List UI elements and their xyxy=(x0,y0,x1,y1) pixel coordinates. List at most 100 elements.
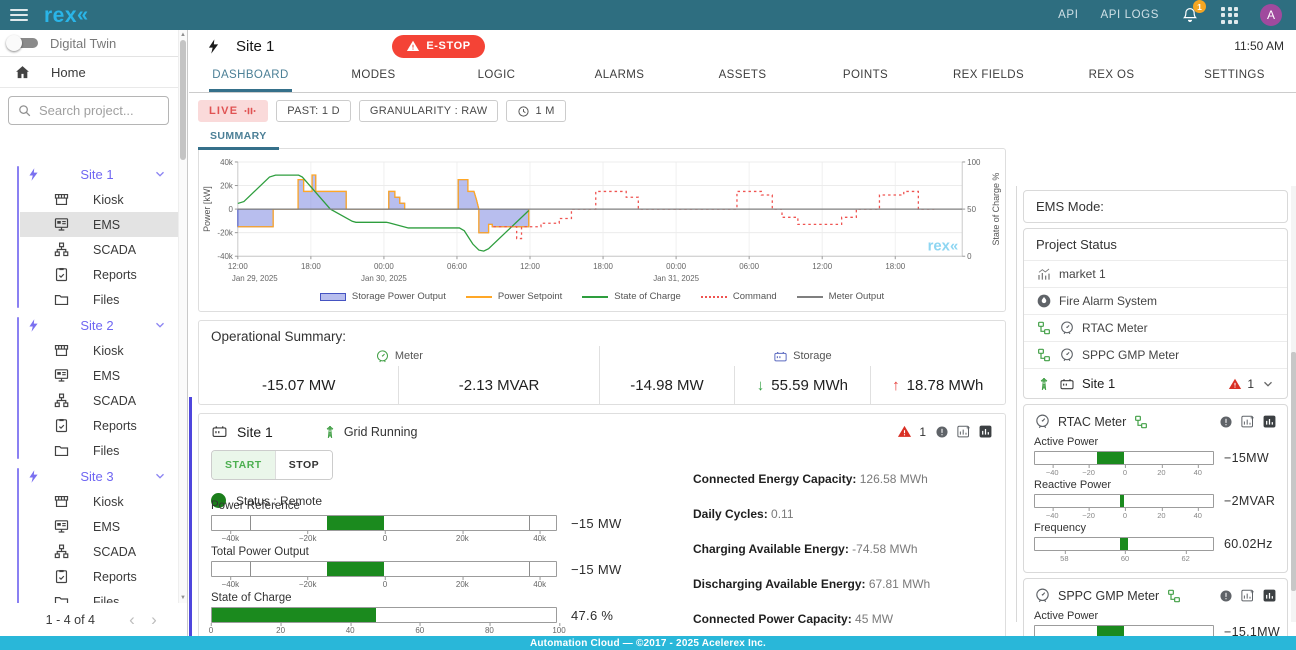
search-input[interactable] xyxy=(39,103,151,118)
tab-rex-fields[interactable]: REX FIELDS xyxy=(927,62,1050,92)
status-row-right: 1 xyxy=(1228,377,1275,391)
granularity-button[interactable]: GRANULARITY : RAW xyxy=(358,100,499,122)
sidebar-item-kiosk[interactable]: Kiosk xyxy=(20,338,179,363)
live-button[interactable]: LIVE xyxy=(198,100,269,122)
hamburger-menu-icon[interactable] xyxy=(10,9,28,21)
gauge-track[interactable] xyxy=(211,561,557,577)
tab-rex-os[interactable]: REX OS xyxy=(1050,62,1173,92)
chart-add-icon[interactable] xyxy=(956,424,971,439)
warning-triangle-icon xyxy=(406,39,420,53)
files-icon xyxy=(53,291,70,308)
sidebar-site-site-3[interactable]: Site 3 xyxy=(0,463,179,489)
sidebar-item-scada[interactable]: SCADA xyxy=(20,237,179,262)
ems-icon xyxy=(53,518,70,535)
page-next-icon[interactable]: › xyxy=(143,610,165,630)
sidebar-item-scada[interactable]: SCADA xyxy=(20,539,179,564)
rex-logo: rex « xyxy=(44,3,89,27)
refresh-interval-button[interactable]: 1 M xyxy=(506,100,566,122)
past-range-button[interactable]: PAST: 1 D xyxy=(276,100,351,122)
scroll-down-icon[interactable]: ▼ xyxy=(179,593,187,603)
chart-add-icon[interactable] xyxy=(1240,588,1255,603)
storage-icon xyxy=(773,349,788,364)
tab-dashboard[interactable]: DASHBOARD xyxy=(189,62,312,92)
start-button[interactable]: START xyxy=(212,451,276,479)
tab-points[interactable]: POINTS xyxy=(804,62,927,92)
sidebar-item-files[interactable]: Files xyxy=(20,438,179,463)
notifications-bell-icon[interactable]: 1 xyxy=(1181,0,1206,24)
e-stop-button[interactable]: E-STOP xyxy=(392,34,485,58)
gauge-ticks: −40 −20 0 20 40 xyxy=(1034,508,1216,520)
op-group-label-text: Storage xyxy=(793,350,832,362)
status-row-label: Fire Alarm System xyxy=(1059,294,1158,308)
bar-chart-icon[interactable] xyxy=(1262,414,1277,429)
scrollbar-thumb[interactable] xyxy=(180,40,186,160)
bar-chart-icon[interactable] xyxy=(1262,588,1277,603)
sidebar-item-home[interactable]: Home xyxy=(0,57,187,88)
api-logs-link[interactable]: API LOGS xyxy=(1101,9,1160,21)
op-value-cell: ↑ 18.78 MWh xyxy=(869,366,1005,404)
status-row-market-1[interactable]: market 1 xyxy=(1024,261,1287,288)
meter-card-header: RTAC Meter xyxy=(1024,405,1287,433)
gauge-limit-marker xyxy=(250,516,252,530)
y-tick-label: -20k xyxy=(217,229,232,238)
sidebar-item-label: Reports xyxy=(93,267,137,282)
gauge-value: −15 MW xyxy=(571,561,622,577)
sidebar-item-ems[interactable]: EMS xyxy=(20,363,179,388)
status-row-fire-alarm-system[interactable]: Fire Alarm System xyxy=(1024,288,1287,315)
sidebar-item-label: Files xyxy=(93,292,120,307)
right-panel: EMS Mode: Project Status market 1 Fire Al… xyxy=(1016,186,1296,636)
status-row-site-1[interactable]: Site 1 1 xyxy=(1024,369,1287,398)
battery-icon xyxy=(1059,376,1075,392)
scroll-up-icon[interactable]: ▲ xyxy=(179,30,187,40)
chart-add-icon[interactable] xyxy=(1240,414,1255,429)
status-row-sppc-gmp-meter[interactable]: SPPC GMP Meter xyxy=(1024,342,1287,369)
tab-logic[interactable]: LOGIC xyxy=(435,62,558,92)
chevron-down-icon[interactable] xyxy=(1261,377,1275,391)
gauge-track[interactable] xyxy=(211,515,557,531)
legend-swatch xyxy=(465,295,492,298)
tab-settings[interactable]: SETTINGS xyxy=(1173,62,1296,92)
summary-chart-svg: 40k 20k 0 -20k -40k 100 50 0 12:00 Jan 29, 2025 18… xyxy=(202,158,1001,283)
api-link[interactable]: API xyxy=(1058,9,1078,21)
gauge-tick-label: −40k xyxy=(221,577,240,589)
tab-summary[interactable]: SUMMARY xyxy=(198,130,279,150)
avatar[interactable]: A xyxy=(1260,4,1282,26)
tab-assets[interactable]: ASSETS xyxy=(681,62,804,92)
gauge-tick-label: 80 xyxy=(484,623,494,635)
sidebar-item-files[interactable]: Files xyxy=(20,589,179,603)
info-circle-icon[interactable] xyxy=(1219,589,1233,603)
status-row-rtac-meter[interactable]: RTAC Meter xyxy=(1024,315,1287,342)
tab-alarms[interactable]: ALARMS xyxy=(558,62,681,92)
sidebar-item-reports[interactable]: Reports xyxy=(20,564,179,589)
sidebar-item-ems[interactable]: EMS xyxy=(20,212,179,237)
legend-item: Meter Output xyxy=(796,291,884,302)
sidebar-site-site-1[interactable]: Site 1 xyxy=(0,161,179,187)
site-group: Site 3 Kiosk EMS SCADA Reports Files xyxy=(0,463,179,603)
right-panel-scrollbar[interactable] xyxy=(1291,186,1296,622)
legend-item: Command xyxy=(700,291,777,302)
gauge-row: 60.02Hz xyxy=(1034,537,1277,551)
info-circle-icon[interactable] xyxy=(1219,415,1233,429)
scrollbar-thumb[interactable] xyxy=(1291,351,1296,592)
page-previous-icon[interactable]: ‹ xyxy=(121,610,143,630)
sidebar-item-reports[interactable]: Reports xyxy=(20,262,179,287)
sidebar-item-files[interactable]: Files xyxy=(20,287,179,312)
gauge-track[interactable] xyxy=(211,607,557,623)
stop-button[interactable]: STOP xyxy=(275,451,333,479)
logo-chevrons: « xyxy=(77,4,89,26)
tab-modes[interactable]: MODES xyxy=(312,62,435,92)
apps-grid-icon[interactable] xyxy=(1221,6,1238,24)
sidebar-item-kiosk[interactable]: Kiosk xyxy=(20,489,179,514)
sidebar-scrollbar[interactable]: ▲ ▼ xyxy=(178,30,187,603)
info-circle-icon[interactable] xyxy=(935,425,949,439)
sidebar-item-kiosk[interactable]: Kiosk xyxy=(20,187,179,212)
sidebar-site-site-2[interactable]: Site 2 xyxy=(0,312,179,338)
gauge-tick-label: 20 xyxy=(276,623,286,635)
gauge-tick-label: 62 xyxy=(1181,551,1190,563)
sidebar-item-reports[interactable]: Reports xyxy=(20,413,179,438)
sidebar-item-ems[interactable]: EMS xyxy=(20,514,179,539)
gauge-row: −15 MW xyxy=(211,515,679,531)
bar-chart-icon[interactable] xyxy=(978,424,993,439)
sidebar-item-scada[interactable]: SCADA xyxy=(20,388,179,413)
digital-twin-toggle[interactable] xyxy=(6,35,40,51)
